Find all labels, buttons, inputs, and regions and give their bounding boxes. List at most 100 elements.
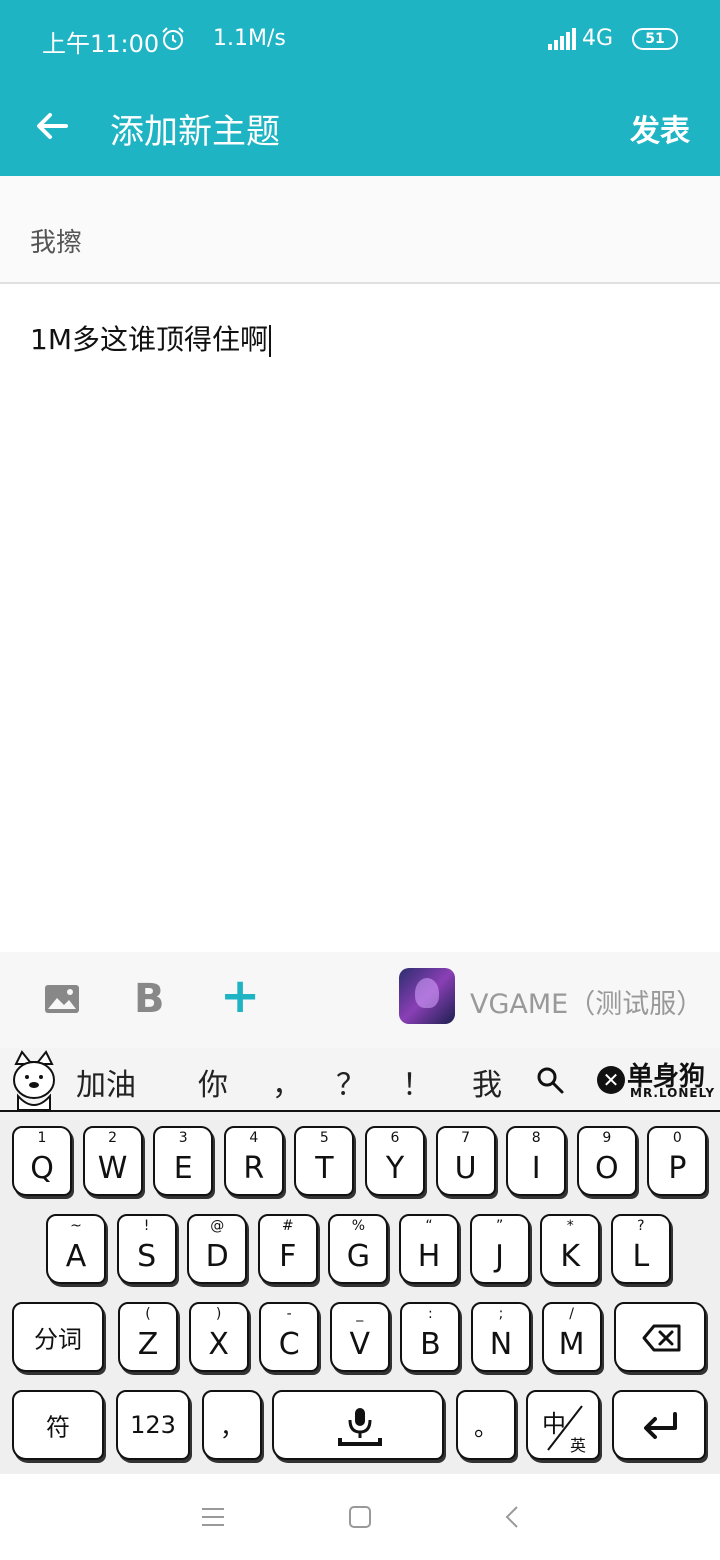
segment-key[interactable]: 分词 — [12, 1302, 104, 1372]
key-secondary-label: 1 — [37, 1130, 47, 1146]
key-label: B — [420, 1327, 441, 1362]
key-z[interactable]: (Z — [118, 1302, 178, 1372]
key-label: C — [278, 1327, 300, 1362]
numeric-key-label: 123 — [130, 1411, 176, 1439]
body-input[interactable]: 1M多这谁顶得住啊 — [30, 318, 271, 358]
battery-icon: 51 — [632, 28, 678, 50]
key-b[interactable]: :B — [400, 1302, 461, 1372]
language-switch-key[interactable]: 中 英 — [526, 1390, 600, 1460]
comma-key[interactable]: ， — [202, 1390, 262, 1460]
key-label: Y — [385, 1151, 405, 1186]
key-c[interactable]: -C — [259, 1302, 320, 1372]
key-secondary-label: - — [286, 1306, 292, 1322]
comma-key-label: ， — [220, 1413, 244, 1442]
key-r[interactable]: 4R — [223, 1126, 284, 1196]
back-arrow-icon[interactable] — [30, 104, 74, 148]
key-secondary-label: 4 — [249, 1130, 259, 1146]
key-secondary-label: 7 — [461, 1130, 471, 1146]
key-l[interactable]: ? L — [610, 1214, 671, 1284]
key-secondary-label: 2 — [108, 1130, 118, 1146]
key-label: A — [65, 1239, 87, 1274]
space-key[interactable] — [272, 1390, 444, 1460]
key-secondary-label: ~ — [70, 1218, 82, 1234]
key-label: O — [594, 1151, 619, 1186]
key-y[interactable]: 6Y — [365, 1126, 425, 1196]
candidate-item[interactable]: 我 — [472, 1060, 502, 1104]
soft-keyboard: 加油 你 ， ？ ！ 我 ✕ 单身狗 MR.LONELY 1Q2W3E4R5T6… — [0, 1048, 720, 1474]
key-x[interactable]: ) X — [188, 1302, 249, 1372]
system-nav-bar — [0, 1474, 720, 1560]
key-q[interactable]: 1Q — [12, 1126, 72, 1196]
key-t[interactable]: 5T — [294, 1126, 355, 1196]
key-e[interactable]: 3E — [153, 1126, 214, 1196]
game-logo[interactable] — [399, 968, 455, 1024]
text-caret — [268, 325, 271, 357]
candidate-item[interactable]: 你 — [198, 1060, 228, 1104]
period-key[interactable]: 。 — [456, 1390, 516, 1460]
subject-field[interactable]: 我擦 — [0, 176, 720, 284]
plus-icon[interactable]: + — [220, 968, 260, 1024]
symbol-key[interactable]: 符 — [12, 1390, 104, 1460]
key-s[interactable]: ! S — [116, 1214, 177, 1284]
bold-icon[interactable]: B — [134, 976, 166, 1022]
key-label: M — [558, 1327, 585, 1362]
subject-input[interactable]: 我擦 — [30, 222, 82, 259]
enter-key[interactable] — [612, 1390, 706, 1460]
key-secondary-label: 6 — [390, 1130, 400, 1146]
key-g[interactable]: % G — [328, 1214, 389, 1284]
key-n[interactable]: ; N — [471, 1302, 531, 1372]
key-w[interactable]: 2W — [82, 1126, 143, 1196]
numeric-key[interactable]: 123 — [116, 1390, 190, 1460]
publish-button[interactable]: 发表 — [630, 106, 690, 150]
image-icon[interactable] — [44, 984, 80, 1014]
key-i[interactable]: 8I — [506, 1126, 567, 1196]
segment-key-label: 分词 — [34, 1325, 82, 1354]
candidate-item[interactable]: ！ — [402, 1060, 432, 1104]
back-icon[interactable] — [498, 1502, 528, 1532]
key-d[interactable]: @ D — [187, 1214, 248, 1284]
key-label: Q — [30, 1151, 54, 1186]
key-label: J — [495, 1239, 505, 1274]
close-icon[interactable]: ✕ — [597, 1066, 625, 1094]
key-k[interactable]: * K — [540, 1214, 601, 1284]
candidate-bar: 加油 你 ， ？ ！ 我 ✕ 单身狗 MR.LONELY — [0, 1048, 720, 1112]
key-label: P — [668, 1151, 687, 1186]
key-secondary-label: 5 — [319, 1130, 329, 1146]
key-h[interactable]: “H — [399, 1214, 459, 1284]
key-label: S — [137, 1239, 157, 1274]
net-speed: 1.1M/s — [213, 26, 286, 51]
key-label: V — [349, 1327, 371, 1362]
key-j[interactable]: ” J — [469, 1214, 530, 1284]
search-icon[interactable] — [534, 1064, 566, 1096]
key-label: E — [173, 1151, 193, 1186]
backspace-key[interactable] — [614, 1302, 706, 1372]
key-m[interactable]: / M — [541, 1302, 602, 1372]
body-text: 1M多这谁顶得住啊 — [30, 323, 268, 356]
candidate-item[interactable]: ？ — [336, 1060, 366, 1104]
key-secondary-label: % — [351, 1218, 366, 1234]
game-name[interactable]: VGAME（测试服） — [470, 982, 703, 1021]
app-bar: 添加新主题 发表 — [0, 80, 720, 176]
key-v[interactable]: _ V — [329, 1302, 390, 1372]
key-secondary-label: 8 — [531, 1130, 541, 1146]
key-label: T — [315, 1151, 334, 1186]
candidate-item[interactable]: 加油 — [76, 1060, 136, 1104]
key-label: R — [243, 1151, 265, 1186]
slash-divider — [547, 1405, 583, 1451]
candidate-item[interactable]: ， — [272, 1060, 302, 1104]
key-label: N — [489, 1327, 513, 1362]
key-label: F — [279, 1239, 297, 1274]
key-secondary-label: _ — [356, 1306, 364, 1322]
key-o[interactable]: 9O — [576, 1126, 637, 1196]
key-u[interactable]: 7U — [435, 1126, 496, 1196]
key-a[interactable]: ~ A — [46, 1214, 106, 1284]
enter-icon — [644, 1412, 677, 1439]
key-p[interactable]: 0P — [647, 1126, 708, 1196]
alarm-icon — [162, 27, 184, 50]
key-label: Z — [137, 1327, 159, 1362]
key-secondary-label: # — [281, 1218, 294, 1234]
key-f[interactable]: # F — [257, 1214, 318, 1284]
menu-icon[interactable] — [198, 1502, 228, 1532]
home-icon[interactable] — [345, 1502, 375, 1532]
key-label: H — [417, 1239, 441, 1274]
